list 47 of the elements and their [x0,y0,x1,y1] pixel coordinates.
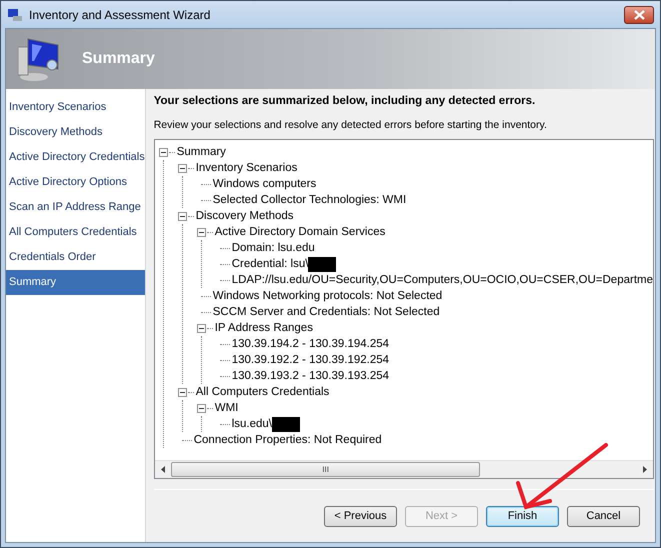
close-icon [634,10,644,20]
collapse-icon[interactable] [196,228,206,236]
wizard-button[interactable]: Cancel [567,506,640,526]
tree-item[interactable]: Inventory Scenarios [196,162,298,174]
collapse-icon[interactable] [178,388,187,396]
collapse-icon[interactable] [196,404,206,412]
tree-item[interactable]: SCCM Server and Credentials: Not Selected [212,306,440,318]
instruction-text: Review your selections and resolve any detected errors before starting the inventory. [154,119,548,131]
sidebar-item[interactable]: Active Directory Options [6,170,145,195]
collapse-icon[interactable] [178,164,187,172]
collapse-icon[interactable] [178,212,187,220]
tree-item[interactable]: 130.39.193.2 - 130.39.193.254 [232,370,390,382]
tree-item[interactable]: Domain: lsu.edu [232,242,315,254]
sidebar-item[interactable]: Inventory Scenarios [6,95,145,120]
tree-item[interactable]: lsu.edu\ [232,418,272,430]
window-title: Inventory and Assessment Wizard [29,8,212,22]
tree-item[interactable]: All Computers Credentials [196,386,330,398]
sidebar-item[interactable]: Discovery Methods [6,120,145,145]
summary-heading: Your selections are summarized below, including any detected errors. [154,95,536,107]
page-title: Summary [82,50,155,68]
tree-item[interactable]: Selected Collector Technologies: WMI [212,194,406,206]
scrollbar-thumb[interactable]: III [170,462,480,477]
app-icon [7,6,23,22]
sidebar-item[interactable]: Scan an IP Address Range [6,195,145,220]
tree-item[interactable]: Active Directory Domain Services [214,226,386,238]
tree-item[interactable]: IP Address Ranges [214,322,313,334]
tree-item[interactable]: 130.39.194.2 - 130.39.194.254 [232,338,390,350]
sidebar-item[interactable]: Credentials Order [6,245,145,270]
sidebar-item[interactable]: Active Directory Credentials [6,145,145,170]
tree-item[interactable]: Windows Networking protocols: Not Selected [212,290,442,302]
tree-item[interactable]: WMI [214,402,238,414]
tree-item[interactable]: Credential: lsu\ [232,258,308,270]
wizard-button[interactable]: Finish [486,506,559,526]
scroll-left-icon[interactable] [160,466,165,473]
tree-item[interactable]: 130.39.192.2 - 130.39.192.254 [232,354,390,366]
sidebar-item[interactable]: Summary [6,270,145,295]
sidebar-item[interactable]: All Computers Credentials [6,220,145,245]
tree-item[interactable]: Windows computers [212,178,316,190]
wizard-button[interactable]: < Previous [324,506,397,526]
close-button[interactable] [624,6,654,24]
scroll-right-icon[interactable] [643,466,647,473]
collapse-icon[interactable] [196,324,206,332]
tree-item[interactable]: Summary [176,146,226,158]
collapse-icon[interactable] [158,148,168,156]
tree-item[interactable]: Discovery Methods [196,210,294,222]
tree-item[interactable]: LDAP://lsu.edu/OU=Security,OU=Computers,OU=OCIO,OU=CSER,OU=Departme [232,274,653,286]
tree-item[interactable]: Connection Properties: Not Required [194,434,382,446]
